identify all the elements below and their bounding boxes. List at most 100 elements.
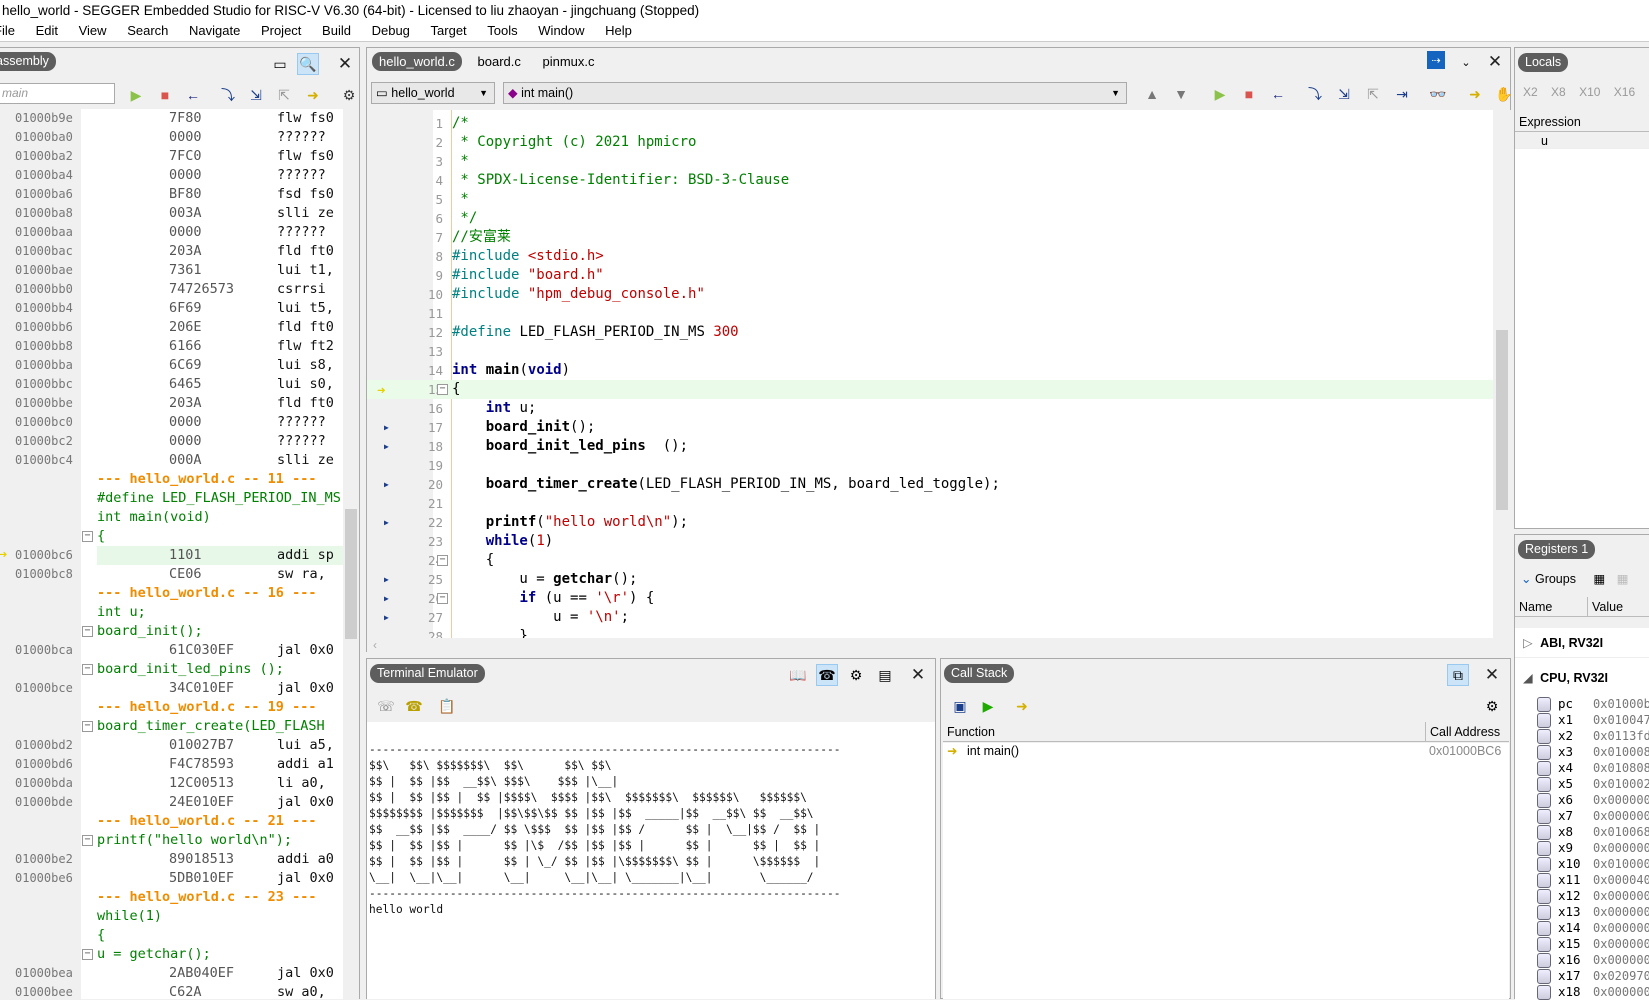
breakpoint-marker-icon[interactable]: ▶	[384, 418, 389, 437]
register-toggle[interactable]	[1537, 761, 1551, 776]
menu-view[interactable]: View	[71, 21, 116, 41]
instruction-row[interactable]: 01000bc0 0000??????	[0, 413, 344, 432]
register-row[interactable]: x2 0x0113fd	[1515, 728, 1649, 744]
register-toggle[interactable]	[1537, 985, 1551, 1000]
prev-icon[interactable]: ▲	[1141, 83, 1163, 105]
editor-hscrollbar[interactable]: ‹	[367, 638, 1512, 652]
tab-board-c[interactable]: board.c	[472, 54, 527, 69]
instruction-row[interactable]: 01000be2 89018513 addi a0	[0, 850, 344, 869]
register-row[interactable]: x1 0x010047	[1515, 712, 1649, 728]
step-out-icon[interactable]: ⇱	[1362, 83, 1384, 105]
fold-icon[interactable]: −	[437, 555, 448, 566]
column-value[interactable]: Value	[1587, 597, 1623, 617]
code-editor[interactable]: 1/* 2 * Copyright (c) 2021 hpmicro 3 * 4 * …	[367, 110, 1493, 638]
instruction-row[interactable]: 01000bc4 000A slli ze	[0, 451, 344, 470]
close-editor-icon[interactable]: ✕	[1484, 51, 1506, 73]
fold-icon[interactable]: −	[82, 626, 93, 637]
radix-binary[interactable]: X2	[1523, 85, 1538, 99]
file-list-icon[interactable]: ⇢	[1427, 51, 1445, 69]
instruction-row[interactable]: 01000baa 0000??????	[0, 223, 344, 242]
code-line[interactable]: 1 /*	[367, 114, 1493, 133]
disassembly-title[interactable]: Disassembly	[0, 52, 56, 71]
stop-icon[interactable]: ■	[154, 84, 176, 106]
radix-hex[interactable]: X16	[1614, 85, 1635, 99]
instruction-row[interactable]: 01000bd2 010027B7 lui a5,	[0, 736, 344, 755]
code-line[interactable]: 2 * Copyright (c) 2021 hpmicro	[367, 133, 1493, 152]
book-icon[interactable]: 📖	[787, 664, 809, 686]
step-into-icon[interactable]: ⇲	[1333, 83, 1355, 105]
source-separator[interactable]: --- hello_world.c -- 21 ---	[0, 812, 344, 831]
chevron-down-icon[interactable]: ⌄	[1455, 51, 1477, 73]
code-line[interactable]: 6 */	[367, 209, 1493, 228]
instruction-row[interactable]: 01000ba4 0000??????	[0, 166, 344, 185]
register-toggle[interactable]	[1537, 953, 1551, 968]
step-into-icon[interactable]: ⇲	[245, 84, 267, 106]
code-line[interactable]: 10 #include "hpm_debug_console.h"	[367, 285, 1493, 304]
instruction-row[interactable]: 01000bb4 6F69 lui t5,	[0, 299, 344, 318]
close-call-stack-icon[interactable]: ✕	[1481, 664, 1503, 686]
instruction-row[interactable]: 01000bac 203A fld ft0	[0, 242, 344, 261]
menu-file[interactable]: File	[0, 21, 24, 41]
find-icon[interactable]: 🔍	[297, 53, 319, 75]
glasses-icon[interactable]: 👓	[1427, 83, 1449, 105]
play-icon[interactable]: ▶	[977, 695, 999, 717]
instruction-row[interactable]: 01000bd6 F4C78593 addi a1	[0, 755, 344, 774]
instruction-row[interactable]: 01000be6 5DB010EF jal 0x0	[0, 869, 344, 888]
search-input[interactable]: main	[0, 83, 115, 104]
register-toggle[interactable]	[1537, 809, 1551, 824]
register-toggle[interactable]	[1537, 921, 1551, 936]
source-line[interactable]: {	[0, 926, 344, 945]
window-icon[interactable]: ▭	[269, 53, 291, 75]
editor-vscrollbar[interactable]	[1493, 110, 1511, 638]
register-row[interactable]: x8 0x010068	[1515, 824, 1649, 840]
instruction-row[interactable]: 01000bc2 0000??????	[0, 432, 344, 451]
fold-icon[interactable]: −	[437, 593, 448, 604]
source-line[interactable]: − board_timer_create(LED_FLASH	[0, 717, 344, 736]
run-to-cursor-icon[interactable]: ➜	[302, 84, 324, 106]
show-next-statement-icon[interactable]: ➜	[1011, 695, 1033, 717]
code-line[interactable]: ▶ 18 board_init_led_pins ();	[367, 437, 1493, 456]
source-line[interactable]: − board_init();	[0, 622, 344, 641]
register-toggle[interactable]	[1537, 729, 1551, 744]
instruction-row[interactable]: 01000bc8 CE06 sw ra,	[0, 565, 344, 584]
menu-navigate[interactable]: Navigate	[181, 21, 249, 41]
disassembly-view[interactable]: 01000b9e 7F80 flw fs0 01000ba0 0000?????? 010…	[0, 109, 359, 999]
function-combo[interactable]: ◆ int main() ▼	[503, 82, 1127, 104]
menu-tools[interactable]: Tools	[479, 21, 526, 41]
breakpoint-marker-icon[interactable]: ▶	[384, 475, 389, 494]
register-row[interactable]: x17 0x020970	[1515, 968, 1649, 984]
register-toggle[interactable]	[1537, 745, 1551, 760]
tab-pinmux-c[interactable]: pinmux.c	[537, 54, 601, 69]
menu-window[interactable]: Window	[530, 21, 593, 41]
code-line[interactable]: ▶ 27 u = '\n';	[367, 608, 1493, 627]
code-line[interactable]: 13	[367, 342, 1493, 361]
instruction-row[interactable]: 01000bce 34C010EF jal 0x0	[0, 679, 344, 698]
breakpoint-marker-icon[interactable]: ▶	[384, 589, 389, 608]
menu-debug[interactable]: Debug	[364, 21, 419, 41]
chip-icon[interactable]: ▦	[1593, 572, 1605, 586]
code-line[interactable]: 7 //安富莱	[367, 228, 1493, 247]
radix-decimal[interactable]: X10	[1579, 85, 1600, 99]
instruction-row[interactable]: ➜ 01000bc6 1101 addi sp	[0, 546, 344, 565]
locals-title[interactable]: Locals	[1518, 53, 1569, 72]
registers-title[interactable]: Registers 1	[1518, 540, 1596, 559]
fold-icon[interactable]: −	[82, 531, 93, 542]
phone-icon[interactable]: ☏	[375, 695, 397, 717]
close-icon[interactable]: ✕	[334, 53, 356, 75]
show-next-statement-icon[interactable]: ➜	[1464, 83, 1486, 105]
properties-icon[interactable]: 📋	[436, 695, 458, 717]
register-toggle[interactable]	[1537, 713, 1551, 728]
source-line[interactable]: #define LED_FLASH_PERIOD_IN_MS	[0, 489, 344, 508]
code-line[interactable]: 12 #define LED_FLASH_PERIOD_IN_MS 300	[367, 323, 1493, 342]
source-line[interactable]: − printf("hello world\n");	[0, 831, 344, 850]
menu-edit[interactable]: Edit	[28, 21, 67, 41]
register-toggle[interactable]	[1537, 969, 1551, 984]
source-line[interactable]: −{	[0, 527, 344, 546]
column-call-address[interactable]: Call Address	[1425, 722, 1500, 742]
breakpoint-marker-icon[interactable]: ▶	[384, 608, 389, 627]
instruction-row[interactable]: 01000bda 12C00513 li a0,	[0, 774, 344, 793]
register-toggle[interactable]	[1537, 697, 1551, 712]
register-toggle[interactable]	[1537, 793, 1551, 808]
register-row[interactable]: x11 0x000040	[1515, 872, 1649, 888]
register-row[interactable]: x15 0x000000	[1515, 936, 1649, 952]
